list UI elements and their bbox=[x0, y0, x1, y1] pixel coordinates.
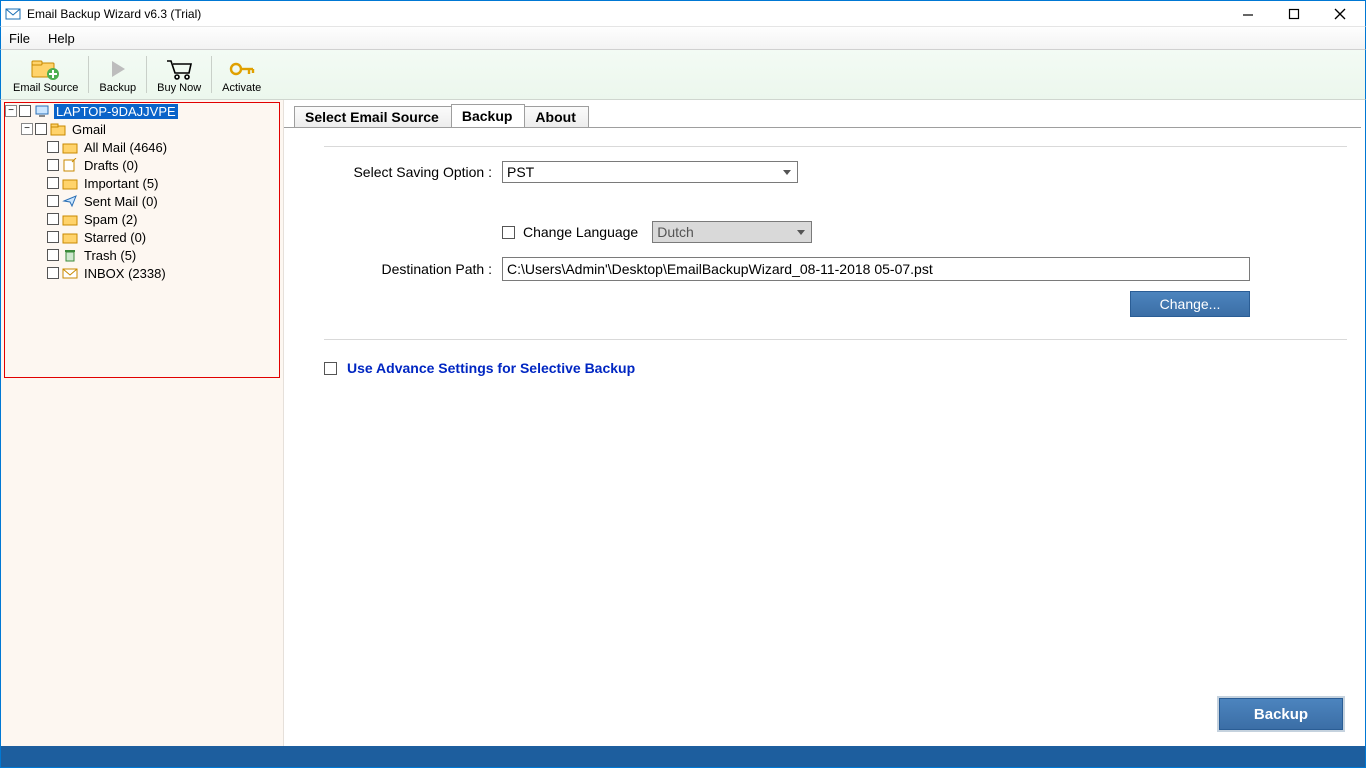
toolbar-backup[interactable]: Backup bbox=[91, 52, 144, 97]
change-button[interactable]: Change... bbox=[1130, 291, 1250, 317]
saving-option-value: PST bbox=[507, 164, 534, 180]
tree-node-label: LAPTOP-9DAJJVPE bbox=[54, 104, 178, 119]
collapse-icon[interactable]: − bbox=[21, 123, 33, 135]
tab-select-source[interactable]: Select Email Source bbox=[294, 106, 452, 128]
toolbar-label: Email Source bbox=[13, 82, 78, 94]
tree-node-folder[interactable]: INBOX (2338) bbox=[5, 264, 283, 282]
drafts-icon bbox=[62, 158, 78, 172]
statusbar bbox=[0, 746, 1366, 768]
tree-node-label: All Mail (4646) bbox=[82, 140, 169, 155]
tree-node-label: Starred (0) bbox=[82, 230, 148, 245]
cart-icon bbox=[165, 56, 193, 82]
tree-node-label: Drafts (0) bbox=[82, 158, 140, 173]
tree-node-label: Spam (2) bbox=[82, 212, 139, 227]
folder-icon bbox=[62, 140, 78, 154]
divider bbox=[324, 339, 1347, 340]
toolbar-buy-now[interactable]: Buy Now bbox=[149, 52, 209, 97]
tree-node-label: Important (5) bbox=[82, 176, 160, 191]
close-button[interactable] bbox=[1321, 3, 1359, 25]
app-icon bbox=[5, 6, 21, 22]
saving-option-label: Select Saving Option : bbox=[324, 164, 502, 180]
toolbar-label: Activate bbox=[222, 82, 261, 94]
menu-help[interactable]: Help bbox=[48, 31, 75, 46]
window-title: Email Backup Wizard v6.3 (Trial) bbox=[27, 7, 1229, 21]
collapse-icon[interactable]: − bbox=[5, 105, 17, 117]
toolbar-separator bbox=[211, 56, 212, 93]
inbox-icon bbox=[62, 266, 78, 280]
folder-icon bbox=[62, 176, 78, 190]
checkbox[interactable] bbox=[47, 249, 59, 261]
divider bbox=[324, 146, 1347, 147]
tree-node-folder[interactable]: Spam (2) bbox=[5, 210, 283, 228]
checkbox[interactable] bbox=[47, 141, 59, 153]
folder-icon bbox=[62, 230, 78, 244]
checkbox[interactable] bbox=[19, 105, 31, 117]
minimize-button[interactable] bbox=[1229, 3, 1267, 25]
tree-node-folder[interactable]: Sent Mail (0) bbox=[5, 192, 283, 210]
checkbox[interactable] bbox=[47, 213, 59, 225]
change-language-checkbox[interactable] bbox=[502, 226, 515, 239]
language-value: Dutch bbox=[657, 224, 694, 240]
toolbar-email-source[interactable]: Email Source bbox=[5, 52, 86, 97]
play-icon bbox=[106, 56, 130, 82]
toolbar-activate[interactable]: Activate bbox=[214, 52, 269, 97]
tree-node-label: INBOX (2338) bbox=[82, 266, 168, 281]
content-pane: Select Email Source Backup About Select … bbox=[284, 100, 1365, 746]
saving-option-select[interactable]: PST bbox=[502, 161, 798, 183]
toolbar: Email Source Backup Buy Now Activate bbox=[0, 50, 1366, 100]
destination-row: Destination Path : bbox=[324, 257, 1347, 281]
tree-node-folder[interactable]: All Mail (4646) bbox=[5, 138, 283, 156]
tree-node-label: Trash (5) bbox=[82, 248, 138, 263]
tree-node-folder[interactable]: Starred (0) bbox=[5, 228, 283, 246]
maximize-button[interactable] bbox=[1275, 3, 1313, 25]
advance-settings-label: Use Advance Settings for Selective Backu… bbox=[347, 360, 635, 376]
checkbox[interactable] bbox=[47, 177, 59, 189]
checkbox[interactable] bbox=[47, 159, 59, 171]
tree-node-folder[interactable]: Trash (5) bbox=[5, 246, 283, 264]
folder-tree-pane: − LAPTOP-9DAJJVPE − Gmail All Mail (4646… bbox=[1, 100, 284, 746]
checkbox[interactable] bbox=[47, 231, 59, 243]
change-language-row: Change Language Dutch bbox=[502, 221, 1347, 243]
tree-node-label: Gmail bbox=[70, 122, 108, 137]
computer-icon bbox=[34, 104, 50, 118]
tab-about[interactable]: About bbox=[524, 106, 588, 128]
tab-backup[interactable]: Backup bbox=[451, 104, 526, 128]
toolbar-separator bbox=[146, 56, 147, 93]
toolbar-label: Backup bbox=[99, 82, 136, 94]
destination-label: Destination Path : bbox=[324, 261, 502, 277]
tree-node-label: Sent Mail (0) bbox=[82, 194, 160, 209]
saving-option-row: Select Saving Option : PST bbox=[324, 161, 1347, 183]
advance-settings-row: Use Advance Settings for Selective Backu… bbox=[324, 360, 1347, 376]
tabstrip: Select Email Source Backup About bbox=[284, 104, 1365, 128]
tree-node-folder[interactable]: Important (5) bbox=[5, 174, 283, 192]
trash-icon bbox=[62, 248, 78, 262]
menubar: File Help bbox=[0, 26, 1366, 50]
tree-node-account[interactable]: − Gmail bbox=[5, 120, 283, 138]
menu-file[interactable]: File bbox=[9, 31, 30, 46]
backup-panel: Select Saving Option : PST Change Langua… bbox=[284, 128, 1365, 746]
key-icon bbox=[228, 56, 256, 82]
advance-settings-checkbox[interactable] bbox=[324, 362, 337, 375]
backup-button[interactable]: Backup bbox=[1219, 698, 1343, 730]
checkbox[interactable] bbox=[35, 123, 47, 135]
folder-add-icon bbox=[30, 56, 62, 82]
titlebar: Email Backup Wizard v6.3 (Trial) bbox=[0, 0, 1366, 26]
folder-open-icon bbox=[50, 122, 66, 136]
change-language-label: Change Language bbox=[523, 224, 638, 240]
checkbox[interactable] bbox=[47, 195, 59, 207]
destination-input[interactable] bbox=[502, 257, 1250, 281]
toolbar-label: Buy Now bbox=[157, 82, 201, 94]
tree-node-folder[interactable]: Drafts (0) bbox=[5, 156, 283, 174]
tree-node-root[interactable]: − LAPTOP-9DAJJVPE bbox=[5, 102, 283, 120]
language-select[interactable]: Dutch bbox=[652, 221, 812, 243]
sent-icon bbox=[62, 194, 78, 208]
folder-icon bbox=[62, 212, 78, 226]
toolbar-separator bbox=[88, 56, 89, 93]
checkbox[interactable] bbox=[47, 267, 59, 279]
